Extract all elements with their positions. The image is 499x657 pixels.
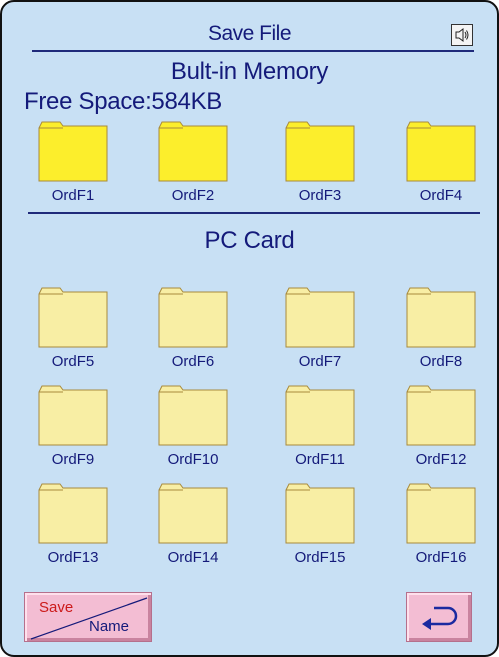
folder-icon	[158, 483, 228, 544]
folder-icon	[38, 287, 108, 348]
folder-icon	[285, 287, 355, 348]
save-name-button[interactable]: Save Name	[24, 592, 152, 642]
folder-ordf12[interactable]: OrdF12	[386, 384, 496, 474]
save-label: Save	[39, 599, 74, 616]
folder-label: OrdF6	[171, 353, 215, 370]
save-file-screen: Save File Bult-in Memory Free Space:584K…	[0, 0, 499, 657]
folder-label: OrdF3	[298, 187, 342, 204]
folder-label: OrdF12	[415, 451, 467, 468]
folder-label: OrdF1	[51, 187, 95, 204]
folder-icon	[158, 287, 228, 348]
folder-icon	[406, 483, 476, 544]
folder-ordf1[interactable]: OrdF1	[18, 120, 128, 210]
folder-icon	[285, 385, 355, 446]
folder-ordf2[interactable]: OrdF2	[138, 120, 248, 210]
folder-icon	[158, 385, 228, 446]
return-arrow-icon	[422, 606, 458, 630]
folder-label: OrdF15	[294, 549, 346, 566]
folder-label: OrdF2	[171, 187, 215, 204]
folder-icon	[158, 121, 228, 182]
folder-icon	[285, 121, 355, 182]
folder-ordf5[interactable]: OrdF5	[18, 286, 128, 376]
page-title: Save File	[207, 22, 292, 45]
folder-label: OrdF11	[295, 451, 345, 468]
folder-icon	[38, 483, 108, 544]
folder-icon	[285, 483, 355, 544]
folder-ordf3[interactable]: OrdF3	[265, 120, 375, 210]
name-label: Name	[89, 618, 130, 635]
folder-ordf16[interactable]: OrdF16	[386, 482, 496, 572]
folder-ordf7[interactable]: OrdF7	[265, 286, 375, 376]
folder-ordf9[interactable]: OrdF9	[18, 384, 128, 474]
back-button[interactable]	[406, 592, 472, 642]
speaker-icon[interactable]	[451, 24, 473, 46]
free-space-label: Free Space:584KB	[24, 88, 222, 115]
folder-ordf14[interactable]: OrdF14	[138, 482, 248, 572]
folder-label: OrdF14	[167, 549, 219, 566]
folder-label: OrdF5	[51, 353, 95, 370]
folder-ordf13[interactable]: OrdF13	[18, 482, 128, 572]
folder-ordf6[interactable]: OrdF6	[138, 286, 248, 376]
folder-label: OrdF9	[51, 451, 95, 468]
section-divider	[28, 212, 480, 214]
folder-label: OrdF13	[47, 549, 99, 566]
folder-icon	[406, 121, 476, 182]
folder-icon	[406, 287, 476, 348]
folder-label: OrdF16	[415, 549, 467, 566]
folder-ordf15[interactable]: OrdF15	[265, 482, 375, 572]
folder-icon	[38, 121, 108, 182]
pc-card-title: PC Card	[204, 227, 295, 254]
folder-label: OrdF4	[419, 187, 463, 204]
folder-icon	[406, 385, 476, 446]
folder-label: OrdF10	[167, 451, 219, 468]
builtin-memory-title: Bult-in Memory	[170, 58, 329, 85]
folder-ordf11[interactable]: OrdF11	[265, 384, 375, 474]
folder-label: OrdF7	[298, 353, 342, 370]
header-divider	[32, 50, 474, 52]
folder-label: OrdF8	[419, 353, 463, 370]
folder-ordf4[interactable]: OrdF4	[386, 120, 496, 210]
folder-ordf8[interactable]: OrdF8	[386, 286, 496, 376]
folder-icon	[38, 385, 108, 446]
folder-ordf10[interactable]: OrdF10	[138, 384, 248, 474]
